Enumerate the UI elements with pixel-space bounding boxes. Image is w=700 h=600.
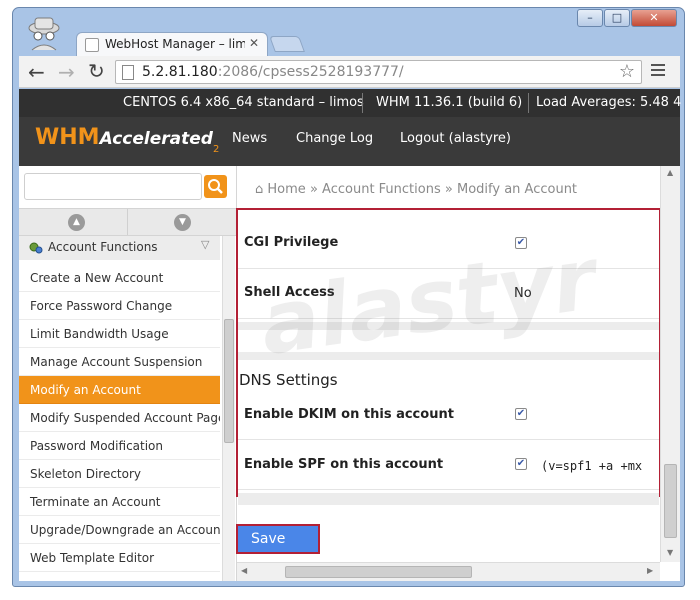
back-arrow-icon[interactable]: ← bbox=[28, 60, 45, 84]
breadcrumb-separator: » bbox=[309, 182, 318, 197]
section-dropdown-icon[interactable]: ▽ bbox=[201, 238, 209, 251]
sidebar-item-password-modification[interactable]: Password Modification bbox=[19, 432, 220, 460]
main-scrollbar[interactable]: ▲ ▼ bbox=[660, 166, 680, 562]
breadcrumb: ⌂ Home » Account Functions » Modify an A… bbox=[255, 182, 577, 197]
sidebar-item-limit-bandwidth[interactable]: Limit Bandwidth Usage bbox=[19, 320, 220, 348]
os-info: CENTOS 6.4 x86_64 standard – limos bbox=[123, 95, 364, 110]
scroll-right-icon[interactable]: ▶ bbox=[647, 566, 653, 575]
close-button[interactable]: ✕ bbox=[631, 9, 677, 27]
menu-icon[interactable] bbox=[651, 64, 665, 76]
forward-arrow-icon[interactable]: → bbox=[58, 60, 75, 84]
load-averages: Load Averages: 5.48 4 bbox=[536, 95, 682, 110]
sidebar-item-upgrade-downgrade[interactable]: Upgrade/Downgrade an Account bbox=[19, 516, 220, 544]
search-icon bbox=[208, 179, 223, 194]
sidebar-item-create-account[interactable]: Create a New Account bbox=[19, 264, 220, 292]
minimize-button[interactable]: – bbox=[577, 9, 603, 27]
tab-title: WebHost Manager – limos bbox=[105, 37, 245, 51]
new-tab-button[interactable] bbox=[269, 36, 305, 52]
whm-version: WHM 11.36.1 (build 6) bbox=[376, 95, 523, 110]
maximize-button[interactable]: □ bbox=[604, 9, 630, 27]
horizontal-scrollbar[interactable]: ◀ ▶ bbox=[237, 562, 660, 581]
sidebar-item-force-password[interactable]: Force Password Change bbox=[19, 292, 220, 320]
logo-accelerated: Accelerated bbox=[99, 129, 213, 149]
sidebar-section-header[interactable]: Account Functions ▽ bbox=[19, 236, 220, 260]
scroll-up-icon[interactable]: ▲ bbox=[667, 168, 673, 177]
expand-down-button[interactable]: ▼ bbox=[174, 214, 191, 231]
address-bar[interactable]: 5.2.81.180:2086/cpsess2528193777/ ☆ bbox=[115, 60, 642, 84]
url-host: 5.2.81.180 bbox=[142, 64, 218, 80]
browser-tab[interactable]: WebHost Manager – limos ✕ bbox=[76, 32, 268, 57]
sidebar-item-template-editor[interactable]: Web Template Editor bbox=[19, 544, 220, 572]
dkim-checkbox[interactable]: ✔ bbox=[515, 408, 527, 420]
dkim-label: Enable DKIM on this account bbox=[244, 407, 454, 422]
home-icon: ⌂ bbox=[255, 182, 264, 197]
scroll-down-icon[interactable]: ▼ bbox=[667, 548, 673, 557]
section-title: Account Functions bbox=[48, 240, 158, 254]
breadcrumb-section[interactable]: Account Functions bbox=[322, 182, 441, 197]
nav-change-log[interactable]: Change Log bbox=[296, 131, 373, 146]
user-avatar-icon bbox=[24, 14, 64, 52]
gears-icon bbox=[29, 242, 43, 254]
nav-logout[interactable]: Logout (alastyre) bbox=[400, 131, 511, 146]
sidebar-item-terminate-account[interactable]: Terminate an Account bbox=[19, 488, 220, 516]
spf-label: Enable SPF on this account bbox=[244, 457, 444, 472]
url-text: 5.2.81.180:2086/cpsess2528193777/ bbox=[142, 64, 404, 80]
scroll-left-icon[interactable]: ◀ bbox=[241, 566, 247, 575]
nav-news[interactable]: News bbox=[232, 131, 267, 146]
sidebar: ▲ ▼ Account Functions ▽ Create a New Acc… bbox=[19, 166, 237, 581]
page-icon bbox=[122, 65, 134, 80]
logo-version: 2 bbox=[212, 144, 220, 155]
sidebar-scroll-thumb[interactable] bbox=[224, 319, 234, 443]
whm-logo[interactable]: WHMAccelerated2 bbox=[35, 125, 219, 155]
dkim-row: Enable DKIM on this account ✔ bbox=[238, 390, 659, 440]
sidebar-nav-toggle: ▲ ▼ bbox=[19, 208, 236, 236]
spf-checkbox[interactable]: ✔ bbox=[515, 458, 527, 470]
server-info-bar: CENTOS 6.4 x86_64 standard – limos WHM 1… bbox=[19, 89, 682, 117]
spf-row: Enable SPF on this account ✔ (v=spf1 +a … bbox=[238, 440, 659, 490]
search-button[interactable] bbox=[204, 175, 227, 198]
horizontal-scroll-thumb[interactable] bbox=[285, 566, 472, 578]
sidebar-scrollbar[interactable] bbox=[222, 236, 235, 581]
breadcrumb-current: Modify an Account bbox=[457, 182, 578, 197]
logo-whm: WHM bbox=[35, 125, 100, 150]
section-separator bbox=[238, 493, 659, 505]
dns-settings-heading: DNS Settings bbox=[239, 371, 338, 389]
tab-close-icon[interactable]: ✕ bbox=[249, 36, 259, 50]
collapse-up-button[interactable]: ▲ bbox=[68, 214, 85, 231]
sidebar-item-suspended-page[interactable]: Modify Suspended Account Page bbox=[19, 404, 220, 432]
search-input[interactable] bbox=[24, 173, 202, 200]
sidebar-item-skeleton-directory[interactable]: Skeleton Directory bbox=[19, 460, 220, 488]
chevron-up-icon: ▲ bbox=[73, 217, 80, 227]
sidebar-item-suspension[interactable]: Manage Account Suspension bbox=[19, 348, 220, 376]
favicon-icon bbox=[85, 38, 99, 52]
save-button[interactable]: Save bbox=[238, 526, 318, 552]
url-path: :2086/cpsess2528193777/ bbox=[217, 64, 404, 80]
sidebar-item-modify-account[interactable]: Modify an Account bbox=[19, 376, 220, 404]
cgi-privilege-label: CGI Privilege bbox=[244, 235, 339, 250]
breadcrumb-separator: » bbox=[444, 182, 453, 197]
spf-record: (v=spf1 +a +mx bbox=[541, 459, 643, 473]
reload-icon[interactable]: ↻ bbox=[88, 59, 105, 83]
bookmark-star-icon[interactable]: ☆ bbox=[619, 61, 635, 82]
breadcrumb-home[interactable]: Home bbox=[267, 182, 305, 197]
chevron-down-icon: ▼ bbox=[179, 217, 186, 227]
info-divider bbox=[362, 93, 363, 113]
main-scroll-thumb[interactable] bbox=[664, 464, 677, 538]
whm-header: WHMAccelerated2 News Change Log Logout (… bbox=[19, 117, 680, 166]
info-divider bbox=[528, 93, 529, 113]
